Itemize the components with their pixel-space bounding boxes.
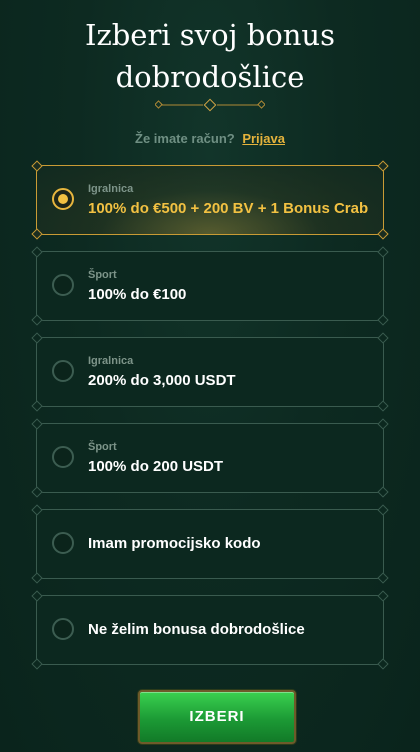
option-label: 100% do €500 + 200 BV + 1 Bonus Crab — [88, 200, 369, 217]
bonus-option-casino-500[interactable]: Igralnica 100% do €500 + 200 BV + 1 Bonu… — [31, 160, 389, 240]
option-label: 100% do €100 — [88, 286, 187, 303]
option-label: 200% do 3,000 USDT — [88, 372, 236, 389]
bonus-option-sport-usdt[interactable]: Šport 100% do 200 USDT — [31, 418, 389, 498]
option-category: Igralnica — [88, 183, 134, 195]
login-prompt-text: Že imate račun? — [135, 131, 235, 146]
login-link[interactable]: Prijava — [242, 131, 285, 146]
bonus-option-sport-100[interactable]: Šport 100% do €100 — [31, 246, 389, 326]
option-label: 100% do 200 USDT — [88, 458, 224, 475]
radio-button[interactable] — [52, 532, 74, 554]
radio-button[interactable] — [52, 360, 74, 382]
select-button[interactable]: IZBERI — [138, 690, 296, 744]
page-title: Izberi svoj bonus dobrodošlice — [0, 14, 420, 98]
radio-button[interactable] — [52, 274, 74, 296]
bonus-option-promo-code[interactable]: Imam promocijsko kodo — [31, 504, 389, 584]
login-prompt: Že imate račun? Prijava — [0, 131, 420, 146]
radio-button[interactable] — [52, 618, 74, 640]
radio-dot-icon — [58, 194, 68, 204]
option-label: Ne želim bonusa dobrodošlice — [88, 621, 305, 638]
radio-button[interactable] — [52, 446, 74, 468]
bonus-option-casino-usdt[interactable]: Igralnica 200% do 3,000 USDT — [31, 332, 389, 412]
ornament-divider-icon — [155, 98, 265, 112]
title-line-1: Izberi svoj bonus — [84, 18, 335, 52]
option-category: Šport — [88, 269, 117, 281]
option-category: Igralnica — [88, 355, 134, 367]
bonus-option-no-bonus[interactable]: Ne želim bonusa dobrodošlice — [31, 590, 389, 670]
option-category: Šport — [88, 441, 117, 453]
radio-button[interactable] — [52, 188, 74, 210]
option-label: Imam promocijsko kodo — [88, 535, 261, 552]
title-line-2: dobrodošlice — [115, 60, 305, 94]
